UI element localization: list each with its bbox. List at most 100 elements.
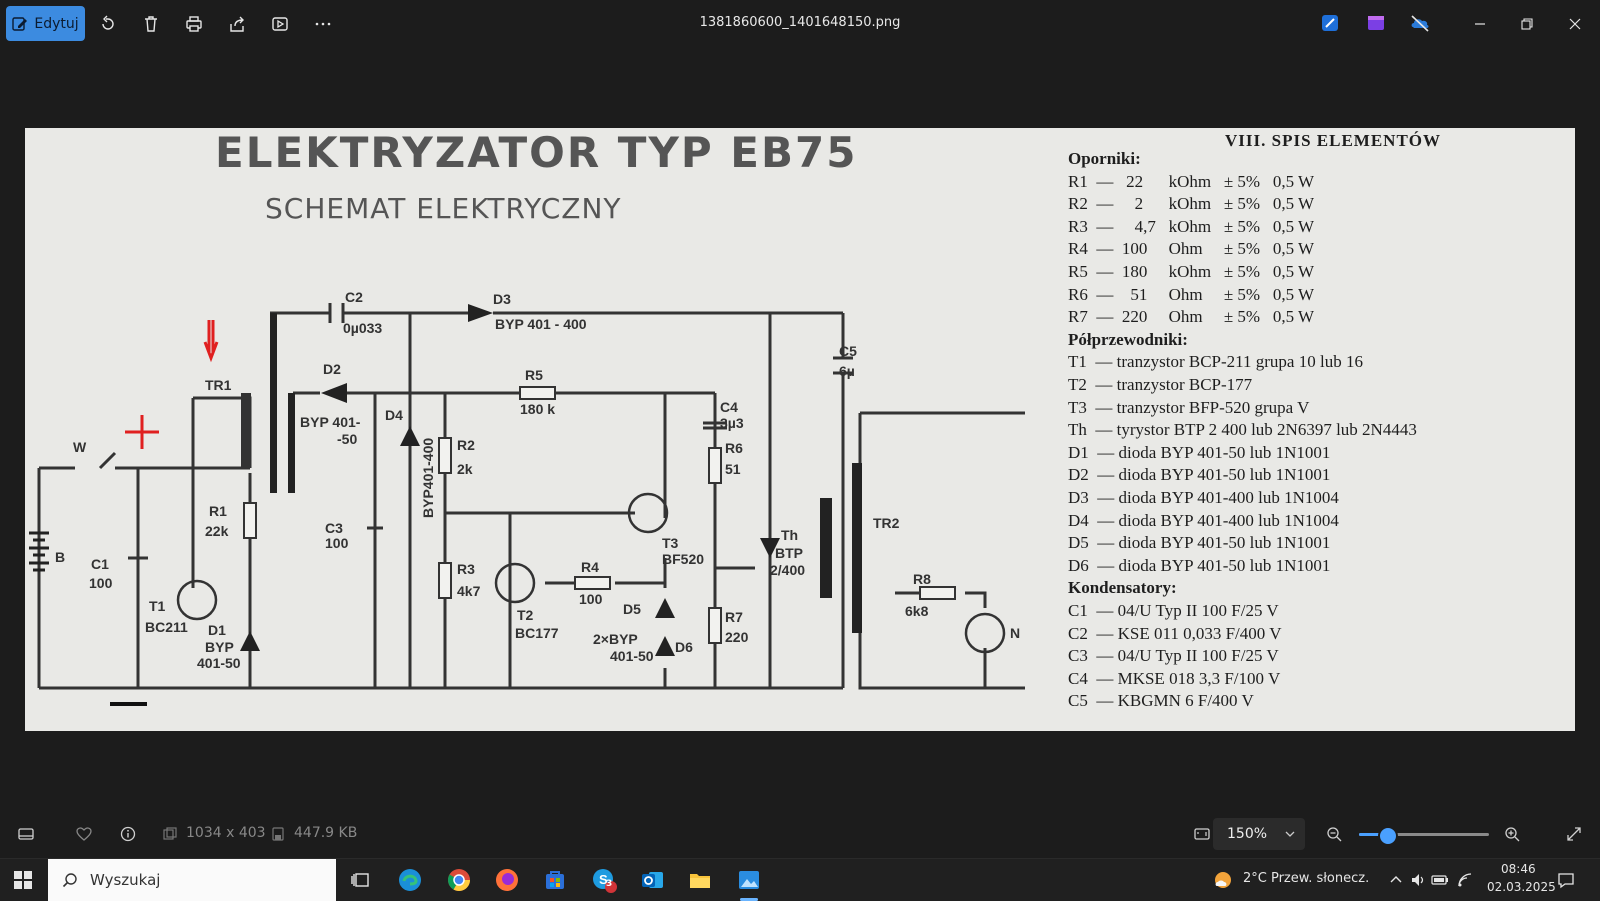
- taskbar-outlook[interactable]: [637, 865, 667, 895]
- info-icon: [120, 826, 136, 842]
- full-screen-button[interactable]: [1562, 822, 1586, 846]
- lbl-d56v2: 401-50: [610, 648, 654, 664]
- outlook-icon: [642, 872, 663, 888]
- store-icon: [546, 871, 564, 889]
- taskbar-skype[interactable]: S 3: [589, 865, 619, 895]
- fit-to-window-button[interactable]: [1190, 822, 1214, 846]
- parts-list-item: C5 — KBGMN 6 F/400 V: [1068, 691, 1254, 711]
- lbl-c3: C3: [325, 520, 343, 536]
- windows-taskbar: Wyszukaj S 3 2°C Przew. słonecz. 08:46 0…: [0, 858, 1600, 901]
- parts-section-heading: Oporniki:: [1068, 149, 1141, 168]
- restore-icon: [1521, 18, 1533, 30]
- lbl-r3: R3: [457, 561, 475, 577]
- favorite-button[interactable]: [72, 822, 96, 846]
- search-icon: [62, 873, 77, 888]
- parts-list-item: C3 — 04/U Typ II 100 F/25 V: [1068, 646, 1279, 666]
- close-icon: [1569, 18, 1581, 30]
- parts-list-item: R6 — 51 Ohm ± 5% 0,5 W: [1068, 284, 1315, 304]
- parts-list-item: D2 — dioda BYP 401-50 lub 1N1001: [1068, 465, 1331, 485]
- clock-time[interactable]: 08:46: [1501, 862, 1536, 876]
- parts-list-item: C1 — 04/U Typ II 100 F/25 V: [1068, 601, 1279, 620]
- skype-icon: S: [593, 869, 617, 893]
- lbl-d5: D5: [623, 601, 641, 617]
- title-bar: Edytuj 1381860600_1401648150.png: [0, 0, 1600, 48]
- file-name: 1381860600_1401648150.png: [699, 15, 901, 30]
- taskbar-photos[interactable]: [734, 865, 764, 901]
- lbl-thv2: 2/400: [770, 562, 805, 578]
- minimize-button[interactable]: [1468, 12, 1492, 36]
- clipchamp-icon[interactable]: [1365, 12, 1387, 34]
- parts-list-item: R4 — 100 Ohm ± 5% 0,5 W: [1068, 239, 1315, 259]
- zoom-in-button[interactable]: [1500, 822, 1524, 846]
- search-placeholder: Wyszukaj: [90, 871, 161, 889]
- restore-button[interactable]: [1515, 12, 1539, 36]
- start-button[interactable]: [8, 865, 38, 895]
- firefox-icon: [496, 869, 518, 891]
- lbl-t1: T1: [149, 598, 166, 614]
- battery-icon: [1431, 875, 1448, 885]
- lbl-r6: R6: [725, 440, 743, 456]
- lbl-d56v: 2×BYP: [593, 631, 638, 647]
- file-info-button[interactable]: [116, 822, 140, 846]
- notifications-button[interactable]: [1551, 865, 1581, 895]
- taskbar-search[interactable]: Wyszukaj: [48, 859, 336, 901]
- zoom-dropdown[interactable]: 150%: [1213, 818, 1305, 850]
- photos-icon: [739, 871, 759, 889]
- filmstrip-button[interactable]: [14, 822, 38, 846]
- taskbar-chrome[interactable]: [444, 865, 474, 895]
- lbl-c4v: 3µ3: [720, 415, 744, 431]
- parts-list-item: R3 — 4,7 kOhm ± 5% 0,5 W: [1068, 216, 1315, 236]
- lbl-w: W: [73, 439, 87, 455]
- lbl-d2v2: -50: [337, 431, 357, 447]
- parts-list-title: VIII. SPIS ELEMENTÓW: [1225, 131, 1442, 150]
- lbl-c5: C5: [839, 343, 857, 359]
- lbl-r8v: 6k8: [905, 603, 929, 619]
- lbl-d3v: BYP 401 - 400: [495, 316, 587, 332]
- lbl-c1: C1: [91, 556, 109, 572]
- parts-list-item: D5 — dioda BYP 401-50 lub 1N1001: [1068, 533, 1331, 553]
- parts-section-heading: Kondensatory:: [1068, 578, 1177, 598]
- folder-icon: [690, 874, 710, 888]
- lbl-tr1: TR1: [205, 377, 232, 393]
- lbl-c3v: 100: [325, 535, 349, 551]
- parts-section-heading: Półprzewodniki:: [1068, 329, 1188, 349]
- displayed-image[interactable]: ELEKTRYZATOR TYP EB75 SCHEMAT ELEKTRYCZN…: [25, 128, 1575, 731]
- lbl-d4: D4: [385, 407, 403, 423]
- parts-list-item: Th — tyrystor BTP 2 400 lub 2N6397 lub 2…: [1068, 420, 1417, 440]
- lbl-r5: R5: [525, 367, 543, 383]
- taskbar-store[interactable]: [540, 865, 570, 895]
- parts-list-item: R1 — 22 kOhm ± 5% 0,5 W: [1068, 171, 1315, 191]
- zoom-slider-thumb[interactable]: [1377, 826, 1398, 846]
- taskbar-edge[interactable]: [395, 865, 425, 895]
- parts-list-item: D6 — dioda BYP 401-50 lub 1N1001: [1068, 555, 1331, 575]
- lbl-r7v: 220: [725, 629, 749, 645]
- designer-icon[interactable]: [1319, 12, 1341, 34]
- parts-list-item: D3 — dioda BYP 401-400 lub 1N1004: [1068, 488, 1339, 507]
- weather-text[interactable]: 2°C Przew. słonecz.: [1243, 871, 1369, 886]
- taskbar-file-explorer[interactable]: [685, 865, 715, 895]
- zoom-out-button[interactable]: [1322, 822, 1346, 846]
- lbl-th: Th: [781, 527, 798, 543]
- parts-list-item: C2 — KSE 011 0,033 F/400 V: [1068, 623, 1282, 643]
- fit-icon: [1194, 828, 1210, 840]
- network-button[interactable]: [1450, 865, 1480, 895]
- lbl-d1v: BYP: [205, 639, 234, 655]
- lbl-r3v: 4k7: [457, 583, 481, 599]
- parts-list-item: C4 — MKSE 018 3,3 F/100 V: [1068, 668, 1281, 688]
- task-view-button[interactable]: [345, 865, 375, 895]
- expand-icon: [1567, 827, 1581, 841]
- lbl-b: B: [55, 549, 65, 565]
- wifi-icon: [1458, 873, 1472, 887]
- lbl-r8: R8: [913, 571, 931, 587]
- taskbar-firefox[interactable]: [492, 865, 522, 895]
- lbl-r2: R2: [457, 437, 475, 453]
- lbl-d1: D1: [208, 622, 226, 638]
- close-button[interactable]: [1563, 12, 1587, 36]
- onedrive-offline-icon[interactable]: [1409, 12, 1431, 34]
- weather-widget-icon[interactable]: [1208, 865, 1238, 895]
- lbl-t2v: BC177: [515, 625, 559, 641]
- skype-badge: 3: [606, 879, 613, 889]
- lbl-t3: T3: [662, 535, 679, 551]
- clock-date[interactable]: 02.03.2025: [1487, 880, 1556, 894]
- lbl-c2: C2: [345, 289, 363, 305]
